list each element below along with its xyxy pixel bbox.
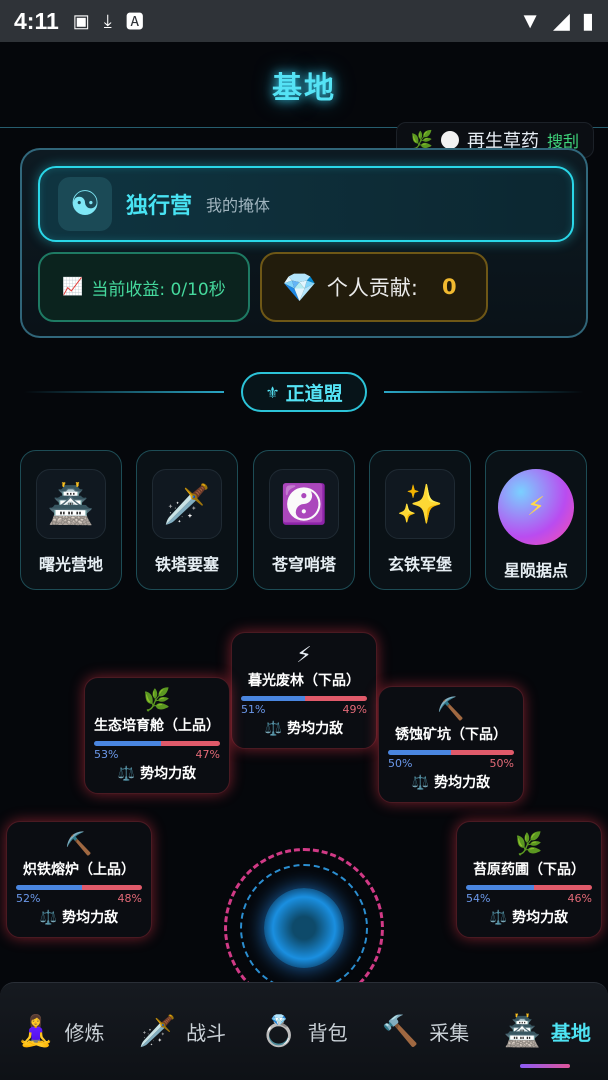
herb-icon: 🌿: [143, 688, 171, 713]
tile-fortress[interactable]: 🗡️ 铁塔要塞: [136, 450, 238, 590]
nav-bag[interactable]: 💍 背包: [243, 983, 365, 1080]
camp-card: ☯ 独行营 我的掩体 📈 当前收益: 0/10秒 💎 个人贡献: 0: [20, 148, 588, 338]
node-state: ⚖️ 势均力敌: [117, 766, 197, 782]
nav-label: 修炼: [64, 1021, 105, 1045]
status-bar: 4:11 ▣ ⤓ 🅰 ▼ ◢ ▮: [0, 0, 608, 42]
tile-label: 苍穹哨塔: [271, 555, 336, 574]
sparkles-icon: ✨: [385, 469, 455, 539]
node-red-pct: 47%: [195, 748, 220, 761]
camp-name-banner[interactable]: ☯ 独行营 我的掩体: [38, 166, 574, 242]
tile-label: 星陨据点: [503, 561, 568, 580]
page-header: 基地: [0, 42, 608, 128]
node-red-pct: 49%: [342, 703, 367, 716]
node-name: 锈蚀矿坑（下品）: [395, 727, 507, 743]
contribution-label: 个人贡献:: [326, 276, 418, 300]
alliance-badge[interactable]: ⚜ 正道盟: [241, 372, 367, 412]
herb-dot-icon: [440, 131, 459, 149]
nav-battle[interactable]: 🗡️ 战斗: [122, 983, 244, 1080]
tile-camp[interactable]: 🏯 曙光营地: [20, 450, 122, 590]
wifi-icon: ▼: [519, 8, 541, 33]
nav-label: 采集: [429, 1021, 470, 1045]
income-label: 当前收益: 0/10秒: [91, 279, 226, 300]
pickaxe-icon: ⛏️: [65, 832, 93, 857]
divider-left: [24, 391, 224, 393]
node-red-pct: 50%: [489, 757, 514, 770]
node-blue-pct: 54%: [466, 892, 491, 905]
lightning-icon: ⚡: [296, 643, 312, 668]
herb-icon: 🌿: [515, 832, 543, 857]
chart-icon: 📈: [62, 277, 84, 297]
node-progress-bar: [16, 885, 142, 890]
tile-citadel[interactable]: ✨ 玄铁军堡: [369, 450, 471, 590]
camp-subtitle: 我的掩体: [206, 196, 271, 215]
contribution-box: 💎 个人贡献: 0: [260, 252, 488, 322]
vortex-ring: [240, 864, 368, 992]
diamond-icon: 💎: [282, 270, 317, 304]
fleur-icon: ⚜: [265, 382, 280, 402]
node-name: 苔原药圃（下品）: [473, 862, 585, 878]
map-node[interactable]: ⚡ 暮光废林（下品） 51% 49% ⚖️ 势均力敌: [231, 632, 377, 749]
map-node[interactable]: ⛏️ 炽铁熔炉（上品） 52% 48% ⚖️ 势均力敌: [6, 821, 152, 938]
node-state: ⚖️ 势均力敌: [411, 775, 491, 791]
income-box: 📈 当前收益: 0/10秒: [38, 252, 250, 322]
map-node[interactable]: 🌿 苔原药圃（下品） 54% 46% ⚖️ 势均力敌: [456, 821, 602, 938]
download-icon: ⤓: [103, 10, 112, 31]
node-red-pct: 46%: [567, 892, 592, 905]
contribution-value: 0: [441, 275, 457, 299]
node-name: 炽铁熔炉（上品）: [23, 862, 135, 878]
node-state: ⚖️ 势均力敌: [39, 910, 119, 926]
node-name: 暮光废林（下品）: [248, 673, 360, 689]
node-state: ⚖️ 势均力敌: [264, 721, 344, 737]
tile-tower[interactable]: ☯️ 苍穹哨塔: [253, 450, 355, 590]
nav-gather[interactable]: 🔨 采集: [365, 983, 487, 1080]
node-blue-pct: 52%: [16, 892, 41, 905]
map-node[interactable]: 🌿 生态培育舱（上品） 53% 47% ⚖️ 势均力敌: [84, 677, 230, 794]
tile-label: 曙光营地: [38, 555, 103, 574]
status-time: 4:11: [14, 7, 59, 34]
meditation-icon: 🧘‍♀️: [17, 1014, 55, 1049]
yin-yang-icon: ☯️: [269, 469, 339, 539]
pickaxe-icon: ⛏️: [437, 697, 465, 722]
node-progress-bar: [94, 741, 220, 746]
yin-yang-icon: ☯: [58, 177, 112, 231]
battery-icon: ▮: [581, 8, 594, 33]
node-blue-pct: 51%: [241, 703, 266, 716]
node-state: ⚖️ 势均力敌: [489, 910, 569, 926]
node-progress-bar: [241, 696, 367, 701]
signal-icon: ◢: [552, 8, 570, 33]
font-icon: 🅰: [125, 12, 144, 32]
node-progress-bar: [466, 885, 592, 890]
node-progress-bar: [388, 750, 514, 755]
node-red-pct: 48%: [117, 892, 142, 905]
dagger-icon: 🗡️: [138, 1014, 177, 1049]
hammer-icon: 🔨: [381, 1014, 420, 1049]
node-name: 生态培育舱（上品）: [94, 718, 220, 734]
camp-name: 独行营: [126, 194, 193, 219]
tile-label: 玄铁军堡: [387, 555, 452, 574]
nav-label: 基地: [550, 1021, 591, 1045]
lightning-icon: ⚡: [498, 469, 574, 545]
nav-label: 背包: [307, 1021, 348, 1045]
nav-base[interactable]: 🏯 基地: [486, 983, 608, 1080]
ring-icon: 💍: [260, 1014, 298, 1049]
bottom-nav: 🧘‍♀️ 修炼 🗡️ 战斗 💍 背包 🔨 采集 🏯 基地: [0, 982, 608, 1080]
divider-right: [384, 391, 584, 393]
image-icon: ▣: [72, 10, 90, 31]
alliance-label: 正道盟: [285, 382, 343, 405]
node-blue-pct: 53%: [94, 748, 119, 761]
dagger-icon: 🗡️: [152, 469, 222, 539]
map-node[interactable]: ⛏️ 锈蚀矿坑（下品） 50% 50% ⚖️ 势均力敌: [378, 686, 524, 803]
castle-icon: 🏯: [503, 1014, 541, 1049]
castle-icon: 🏯: [36, 469, 106, 539]
tile-label: 铁塔要塞: [154, 555, 219, 574]
nav-cultivate[interactable]: 🧘‍♀️ 修炼: [0, 983, 122, 1080]
tile-outpost[interactable]: ⚡ 星陨据点: [485, 450, 587, 590]
nav-label: 战斗: [186, 1021, 227, 1045]
page-title: 基地: [272, 70, 336, 106]
node-blue-pct: 50%: [388, 757, 413, 770]
vortex-icon: [264, 888, 344, 968]
